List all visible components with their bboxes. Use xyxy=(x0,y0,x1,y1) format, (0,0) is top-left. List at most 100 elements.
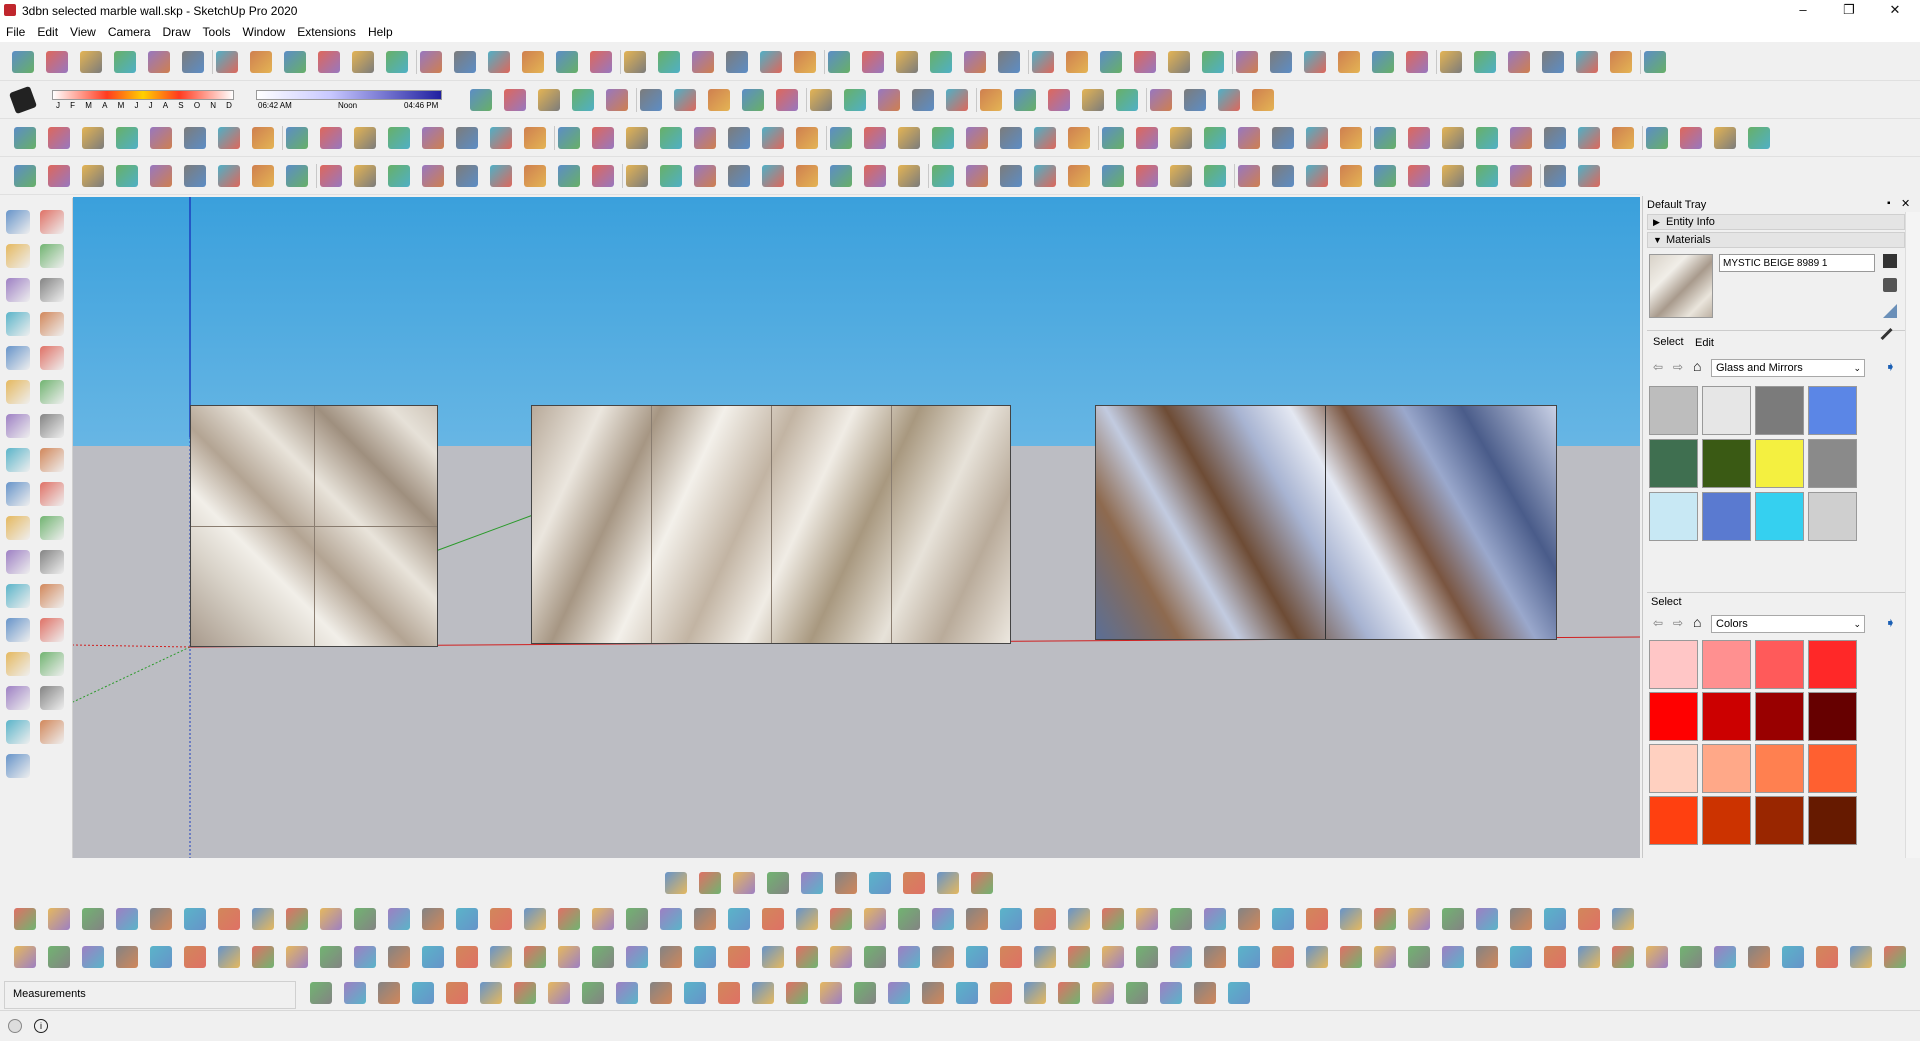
rotate-tool-icon[interactable] xyxy=(40,414,64,438)
position-camera-tool-icon[interactable] xyxy=(40,686,64,710)
axes-tool-icon[interactable] xyxy=(40,550,64,574)
pie-tool-icon[interactable] xyxy=(6,380,30,404)
render-icon[interactable] xyxy=(896,51,918,73)
split-icon[interactable] xyxy=(1612,908,1634,930)
uv-map-icon[interactable] xyxy=(1578,946,1600,968)
glass-material-swatch[interactable] xyxy=(1649,386,1698,435)
subtract-icon[interactable] xyxy=(378,982,400,1004)
fillet-icon[interactable] xyxy=(1102,127,1124,149)
grid-icon[interactable] xyxy=(354,165,376,187)
details-arrow-icon[interactable]: ➧ xyxy=(1885,615,1896,631)
textured-icon[interactable] xyxy=(660,908,682,930)
line-tool-icon[interactable] xyxy=(40,244,64,268)
back-edges-icon[interactable] xyxy=(1272,946,1294,968)
plugin-icon[interactable] xyxy=(1032,51,1054,73)
wireframe-icon[interactable] xyxy=(558,908,580,930)
style-icon[interactable] xyxy=(794,51,816,73)
glass-material-swatch[interactable] xyxy=(1808,492,1857,541)
outliner-icon[interactable] xyxy=(830,908,852,930)
zoom-icon[interactable] xyxy=(148,51,170,73)
home-icon[interactable]: ⌂ xyxy=(1693,358,1701,374)
extension-icon[interactable] xyxy=(1100,51,1122,73)
camera-icon[interactable] xyxy=(1474,51,1496,73)
hidden-line-icon[interactable] xyxy=(592,908,614,930)
protractor-tool-icon[interactable] xyxy=(40,516,64,540)
back-edges-icon[interactable] xyxy=(150,908,172,930)
arc-tool-icon[interactable] xyxy=(40,346,64,370)
textured-icon[interactable] xyxy=(558,946,580,968)
trim-icon[interactable] xyxy=(320,908,342,930)
shaded-icon[interactable] xyxy=(1136,946,1158,968)
shaded-icon[interactable] xyxy=(1238,908,1260,930)
extrude-icon[interactable] xyxy=(1612,127,1634,149)
convert-icon[interactable] xyxy=(286,165,308,187)
outliner-icon[interactable] xyxy=(971,872,993,894)
color-swatch[interactable] xyxy=(1808,796,1857,845)
joint-push-pull-icon[interactable] xyxy=(626,127,648,149)
textured-icon[interactable] xyxy=(1782,946,1804,968)
unwrap-icon[interactable] xyxy=(1126,982,1148,1004)
zoom-icon[interactable] xyxy=(1236,51,1258,73)
mirror-icon[interactable] xyxy=(1000,165,1022,187)
details-arrow-icon[interactable]: ➧ xyxy=(1885,359,1896,375)
x-ray-icon[interactable] xyxy=(1340,908,1362,930)
extension-icon[interactable] xyxy=(12,51,34,73)
extrude-icon[interactable] xyxy=(286,127,308,149)
offset-icon[interactable] xyxy=(694,127,716,149)
follow-me-icon[interactable] xyxy=(762,127,784,149)
uv-map-icon[interactable] xyxy=(456,908,478,930)
maximize-button[interactable]: ❐ xyxy=(1826,0,1872,22)
geo-location-icon[interactable] xyxy=(8,1019,22,1033)
eraser-icon[interactable] xyxy=(8,85,38,115)
style-icon[interactable] xyxy=(1338,51,1360,73)
camera-icon[interactable] xyxy=(930,51,952,73)
monochrome-icon[interactable] xyxy=(82,908,104,930)
push-pull-tool-icon[interactable] xyxy=(6,414,30,438)
view-iso-icon[interactable] xyxy=(470,89,492,111)
layer-icon[interactable] xyxy=(1238,165,1260,187)
monochrome-icon[interactable] xyxy=(1306,908,1328,930)
weld-icon[interactable] xyxy=(354,127,376,149)
outliner-icon[interactable] xyxy=(1442,908,1464,930)
color-swatch[interactable] xyxy=(1755,796,1804,845)
style-icon[interactable] xyxy=(1034,946,1056,968)
material-icon[interactable] xyxy=(1000,946,1022,968)
x-ray-icon[interactable] xyxy=(869,872,891,894)
section-icon[interactable] xyxy=(760,51,782,73)
orbit-icon[interactable] xyxy=(624,51,646,73)
color-swatch[interactable] xyxy=(1755,692,1804,741)
material-preview[interactable] xyxy=(1649,254,1713,318)
info-icon[interactable]: i xyxy=(34,1019,48,1033)
menu-tools[interactable]: Tools xyxy=(197,22,237,39)
shaded-icon[interactable] xyxy=(524,946,546,968)
intersect-icon[interactable] xyxy=(864,946,886,968)
forward-arrow-icon[interactable]: ⇨ xyxy=(1673,360,1683,374)
monochrome-icon[interactable] xyxy=(694,908,716,930)
layer-icon[interactable] xyxy=(422,165,444,187)
intersect-icon[interactable] xyxy=(354,908,376,930)
layer-icon[interactable] xyxy=(184,908,206,930)
intersect-icon[interactable] xyxy=(446,982,468,1004)
group-icon[interactable] xyxy=(82,165,104,187)
unwrap-icon[interactable] xyxy=(932,946,954,968)
solar-icon[interactable] xyxy=(1082,89,1104,111)
section-icon[interactable] xyxy=(116,165,138,187)
create-material-icon[interactable] xyxy=(1883,278,1897,292)
marble-panel-beige-1[interactable] xyxy=(190,405,438,647)
weld-icon[interactable] xyxy=(1680,127,1702,149)
view-iso-icon[interactable] xyxy=(1218,89,1240,111)
back-edges-icon[interactable] xyxy=(854,982,876,1004)
loft-icon[interactable] xyxy=(150,127,172,149)
curve-icon[interactable] xyxy=(1340,127,1362,149)
layer-icon[interactable] xyxy=(14,165,36,187)
circle-tool-icon[interactable] xyxy=(40,312,64,336)
menu-view[interactable]: View xyxy=(64,22,102,39)
hidden-line-icon[interactable] xyxy=(1102,946,1124,968)
arc-icon[interactable] xyxy=(490,127,512,149)
fredo-scale-icon[interactable] xyxy=(1068,165,1090,187)
color-swatch[interactable] xyxy=(1649,796,1698,845)
face-icon[interactable] xyxy=(456,165,478,187)
follow-me-icon[interactable] xyxy=(1646,127,1668,149)
round-corner-icon[interactable] xyxy=(422,127,444,149)
material-name-field[interactable] xyxy=(1719,254,1875,272)
